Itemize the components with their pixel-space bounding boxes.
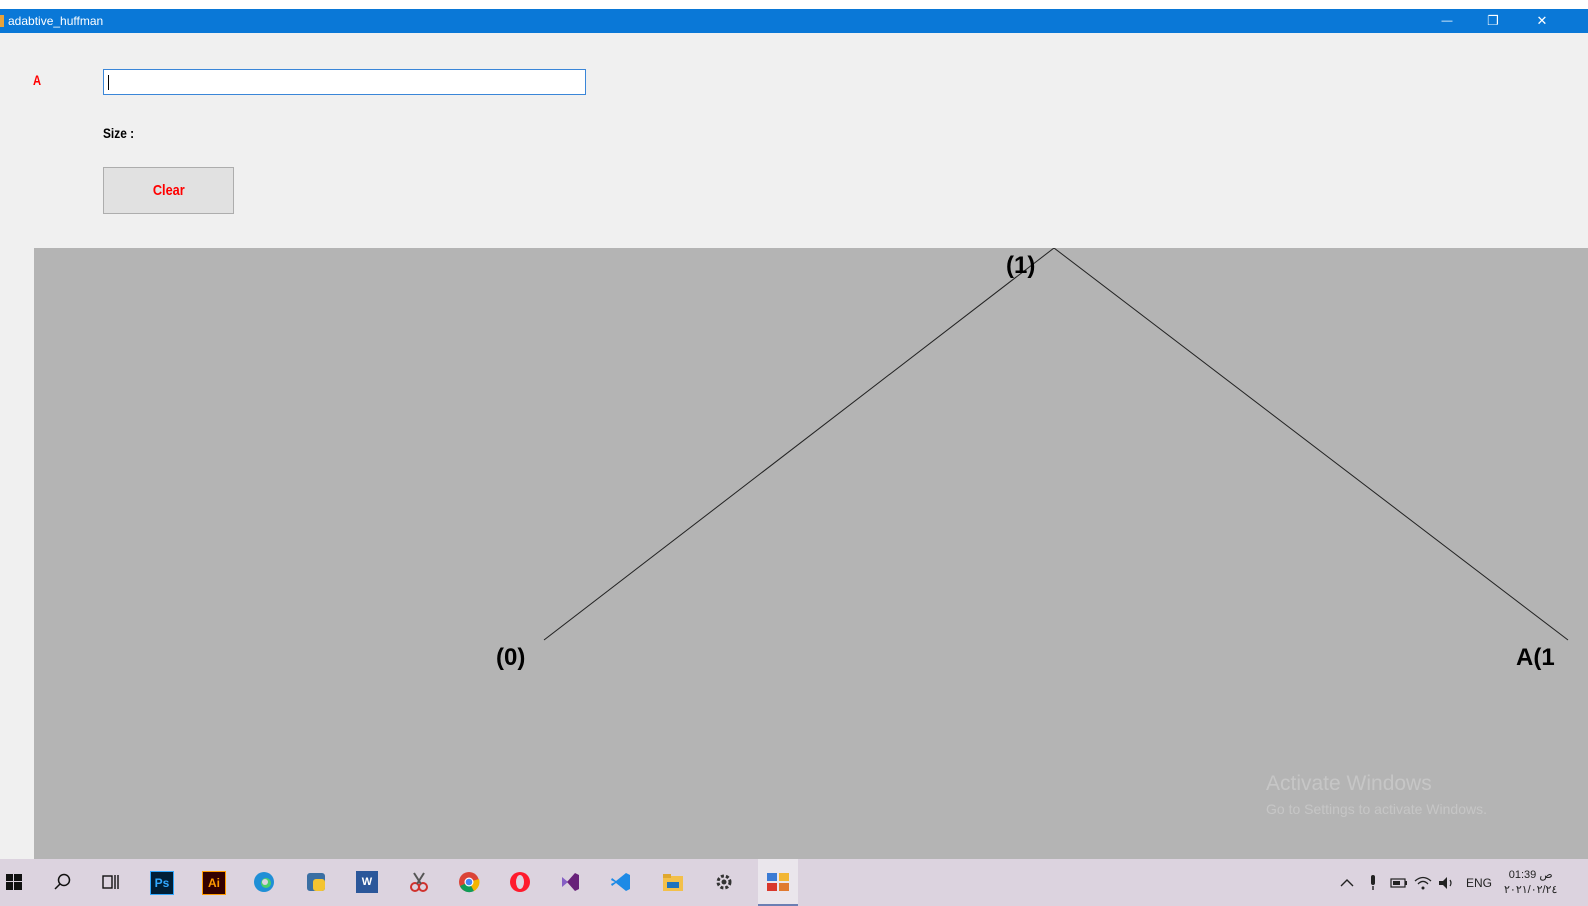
settings-gear-icon[interactable] bbox=[713, 871, 735, 893]
wifi-icon[interactable] bbox=[1414, 859, 1432, 906]
app-icon bbox=[0, 15, 4, 27]
minimize-icon: — bbox=[1441, 15, 1453, 27]
visual-studio-icon[interactable] bbox=[559, 871, 581, 893]
symbol-input[interactable] bbox=[103, 69, 586, 95]
show-hidden-icons-chevron-icon[interactable] bbox=[1340, 859, 1354, 906]
illustrator-text: Ai bbox=[208, 876, 220, 890]
task-view-icon[interactable] bbox=[100, 871, 122, 893]
opera-icon[interactable] bbox=[509, 871, 531, 893]
active-app-icon[interactable] bbox=[758, 859, 798, 906]
language-indicator[interactable]: ENG bbox=[1466, 859, 1492, 906]
window-titlebar: adabtive_huffman — ❐ ✕ bbox=[0, 9, 1588, 33]
clock-time: 01:39 ص bbox=[1508, 868, 1553, 881]
battery-icon[interactable] bbox=[1390, 859, 1408, 906]
vscode-icon[interactable] bbox=[610, 871, 632, 893]
close-button[interactable]: ✕ bbox=[1519, 9, 1565, 33]
tree-node-left: (0) bbox=[496, 644, 526, 671]
activation-watermark-title: Activate Windows bbox=[1266, 772, 1432, 795]
file-explorer-icon[interactable] bbox=[662, 871, 684, 893]
python-icon[interactable] bbox=[305, 871, 327, 893]
tree-edges bbox=[543, 248, 1569, 641]
photoshop-icon[interactable]: Ps bbox=[150, 871, 174, 895]
tree-node-right: A(1 bbox=[1516, 644, 1555, 671]
start-windows-icon[interactable] bbox=[3, 871, 25, 893]
minimize-button[interactable]: — bbox=[1424, 9, 1470, 33]
snipping-tool-icon[interactable] bbox=[408, 871, 430, 893]
activation-watermark-subtitle: Go to Settings to activate Windows. bbox=[1266, 801, 1487, 817]
tree-node-root: (1) bbox=[1006, 252, 1036, 279]
clock-date: ٢٠٢١/٠٢/٢٤ bbox=[1504, 883, 1558, 896]
edge-browser-icon[interactable] bbox=[253, 871, 275, 893]
maximize-button[interactable]: ❐ bbox=[1470, 9, 1516, 33]
illustrator-icon[interactable]: Ai bbox=[202, 871, 226, 895]
close-icon: ✕ bbox=[1536, 13, 1548, 28]
search-icon[interactable] bbox=[52, 871, 74, 893]
clear-button[interactable]: Clear bbox=[103, 167, 234, 214]
edge-root-left bbox=[543, 248, 1055, 641]
volume-icon[interactable] bbox=[1438, 859, 1456, 906]
microphone-icon[interactable] bbox=[1368, 859, 1378, 906]
taskbar: Ps Ai W ENG 01:39 ص ٢٠٢١/٠٢/٢٤ bbox=[0, 859, 1588, 906]
char-label: A bbox=[33, 72, 42, 88]
photoshop-text: Ps bbox=[154, 876, 170, 890]
chrome-icon[interactable] bbox=[458, 871, 480, 893]
clock[interactable]: 01:39 ص ٢٠٢١/٠٢/٢٤ bbox=[1504, 859, 1557, 906]
size-label: Size : bbox=[103, 125, 135, 141]
restore-icon: ❐ bbox=[1487, 13, 1499, 28]
clear-button-label: Clear bbox=[152, 182, 185, 199]
text-caret bbox=[108, 75, 109, 90]
language-text: ENG bbox=[1466, 875, 1493, 890]
window-title: adabtive_huffman bbox=[8, 14, 104, 28]
tree-canvas: (1) (0) A(1 Activate Windows Go to Setti… bbox=[34, 248, 1588, 859]
word-text: W bbox=[361, 876, 373, 888]
edge-root-right bbox=[1053, 248, 1569, 641]
word-icon[interactable]: W bbox=[356, 871, 378, 893]
